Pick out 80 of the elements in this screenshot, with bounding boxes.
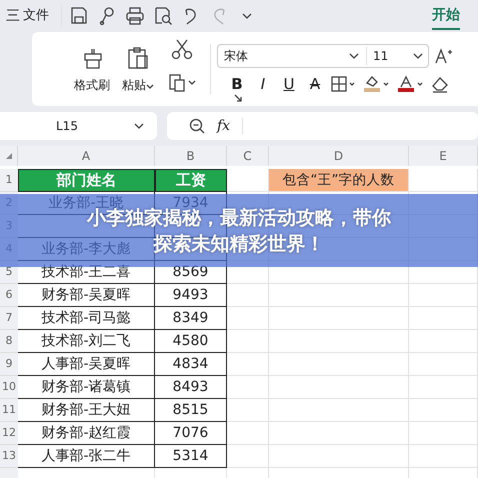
italic-button[interactable]: I — [253, 74, 273, 94]
row-number[interactable]: 6 — [0, 284, 18, 307]
table-cell — [409, 284, 478, 307]
table-cell — [409, 422, 478, 445]
table-cell — [227, 399, 269, 422]
chevron-down-icon — [242, 13, 252, 19]
clipboard-icon — [126, 46, 150, 70]
caret-icon — [146, 82, 154, 90]
formula-field[interactable]: fx — [167, 112, 478, 140]
table-cell — [227, 422, 269, 445]
table-cell: 部门姓名 — [18, 169, 155, 192]
table-cell: 财务部-赵红霞 — [18, 422, 155, 445]
column-header[interactable]: A — [18, 146, 155, 166]
font-select[interactable]: 宋体 11 — [217, 44, 429, 68]
table-cell — [409, 330, 478, 353]
name-box[interactable]: L15 — [0, 112, 157, 140]
table-cell: 技术部-司马懿 — [18, 307, 155, 330]
column-header[interactable]: B — [155, 146, 227, 166]
table-cell — [409, 399, 478, 422]
borders-icon[interactable] — [331, 76, 357, 92]
table-cell: 8349 — [155, 307, 227, 330]
row-number[interactable]: 7 — [0, 307, 18, 330]
copy-icon — [168, 73, 196, 93]
table-cell — [227, 445, 269, 468]
table-cell: 财务部-王大妞 — [18, 399, 155, 422]
banner-title: 探索未知精彩世界！ — [154, 232, 324, 256]
dialog-launcher-icon[interactable] — [234, 94, 242, 102]
table-cell: 4580 — [155, 330, 227, 353]
table-cell: 包含“王”字的人数 — [269, 169, 409, 192]
table-cell — [409, 445, 478, 468]
print-icon — [125, 6, 145, 26]
table-cell: 8515 — [155, 399, 227, 422]
table-cell — [227, 376, 269, 399]
increase-font-icon[interactable] — [435, 48, 453, 64]
table-cell — [227, 284, 269, 307]
table-cell: 工资 — [155, 169, 227, 192]
table-cell: 9493 — [155, 284, 227, 307]
row-number[interactable]: 11 — [0, 399, 18, 422]
row-number[interactable]: 1 — [0, 169, 18, 192]
row-number[interactable]: 12 — [0, 422, 18, 445]
ribbon-tab[interactable]: 开始 — [432, 2, 460, 30]
underline-button[interactable]: U — [279, 74, 299, 94]
table-cell: 财务部-诸葛镇 — [18, 376, 155, 399]
bold-button[interactable]: B — [227, 74, 247, 94]
table-cell: 技术部-刘二飞 — [18, 330, 155, 353]
row-number[interactable]: 9 — [0, 353, 18, 376]
table-cell — [227, 330, 269, 353]
select-all-icon[interactable] — [4, 152, 12, 160]
save-icon — [69, 6, 89, 26]
column-header[interactable]: E — [409, 146, 478, 166]
file-menu[interactable]: 文件 — [23, 6, 49, 26]
print-preview-icon — [153, 6, 173, 26]
menu-icon[interactable]: 三 — [6, 6, 20, 26]
column-header[interactable]: D — [269, 146, 409, 166]
column-header[interactable]: C — [227, 146, 269, 166]
zoom-out-icon — [189, 118, 205, 134]
row-number[interactable]: 8 — [0, 330, 18, 353]
row-number[interactable]: 13 — [0, 445, 18, 468]
table-cell: 人事部-张二牛 — [18, 445, 155, 468]
ribbon-button[interactable]: 粘贴 — [122, 46, 154, 94]
table-cell — [409, 376, 478, 399]
table-cell — [409, 169, 478, 192]
eraser-icon[interactable] — [431, 75, 449, 93]
row-number[interactable]: 10 — [0, 376, 18, 399]
table-cell — [409, 353, 478, 376]
table-cell — [227, 307, 269, 330]
table-cell: 人事部-吴夏晖 — [18, 353, 155, 376]
table-cell: 8493 — [155, 376, 227, 399]
font-color-icon[interactable] — [397, 75, 425, 93]
toolbar-button[interactable] — [124, 5, 146, 27]
table-cell: 7076 — [155, 422, 227, 445]
table-cell: 5314 — [155, 445, 227, 468]
table-cell — [409, 307, 478, 330]
strike-button[interactable]: A — [305, 74, 325, 94]
table-cell: 4834 — [155, 353, 227, 376]
table-cell — [227, 353, 269, 376]
fill-color-icon[interactable] — [363, 75, 391, 93]
ribbon-button[interactable]: 格式刷 — [74, 46, 110, 94]
scissors-icon[interactable] — [171, 38, 193, 60]
table-cell: 财务部-吴夏晖 — [18, 284, 155, 307]
